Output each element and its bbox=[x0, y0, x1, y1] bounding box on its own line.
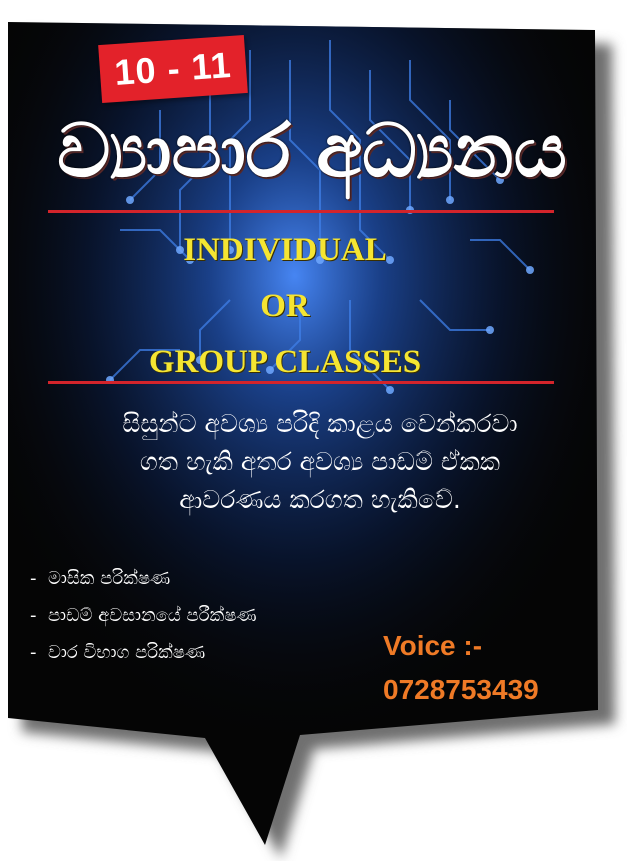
class-types: INDIVIDUAL OR GROUP CLASSES bbox=[120, 222, 450, 390]
list-item: - මාසික පරික්ෂණ bbox=[30, 560, 390, 597]
list-item: - පාඩම් අවසානයේ පරීක්ෂණ bbox=[30, 597, 390, 634]
exam-label: වාර විභාග පරික්ෂණ bbox=[48, 642, 206, 663]
grade-badge: 10 - 11 bbox=[98, 34, 248, 104]
bullet-dash: - bbox=[30, 605, 37, 626]
description-line: සිසුන්ට අවශ්‍ය පරිදි කාළය වෙන්කරවා bbox=[122, 409, 518, 438]
exam-label: මාසික පරික්ෂණ bbox=[48, 568, 171, 589]
phone-number[interactable]: 0728753439 bbox=[383, 668, 613, 712]
class-type-individual: INDIVIDUAL bbox=[183, 232, 387, 268]
list-item: - වාර විභාග පරික්ෂණ bbox=[30, 634, 390, 671]
contact-info: Voice :- 0728753439 bbox=[383, 624, 613, 712]
exam-list: - මාසික පරික්ෂණ - පාඩම් අවසානයේ පරීක්ෂණ -ව… bbox=[30, 560, 390, 671]
class-type-or: OR bbox=[260, 288, 310, 324]
grade-badge-label: 10 - 11 bbox=[113, 43, 233, 94]
description-line: ගත හැකි අතර අවශ්‍ය පාඩම් ඒකක bbox=[139, 447, 501, 476]
description-line: ආවරණය කරගත හැකිවේ. bbox=[179, 485, 461, 514]
divider-top bbox=[48, 210, 554, 213]
poster: 10 - 11 ව්‍යාපාර අධ්‍යනය INDIVIDUAL OR G… bbox=[0, 0, 627, 861]
divider-bottom bbox=[48, 381, 554, 384]
bullet-dash: - bbox=[30, 642, 37, 663]
subject-title: ව්‍යාපාර අධ්‍යනය bbox=[57, 108, 567, 194]
exam-label: පාඩම් අවසානයේ පරීක්ෂණ bbox=[48, 605, 257, 626]
description: සිසුන්ට අවශ්‍ය පරිදි කාළය වෙන්කරවා ගත හැ… bbox=[60, 405, 580, 519]
voice-label: Voice :- bbox=[383, 630, 483, 661]
bullet-dash: - bbox=[30, 568, 37, 589]
